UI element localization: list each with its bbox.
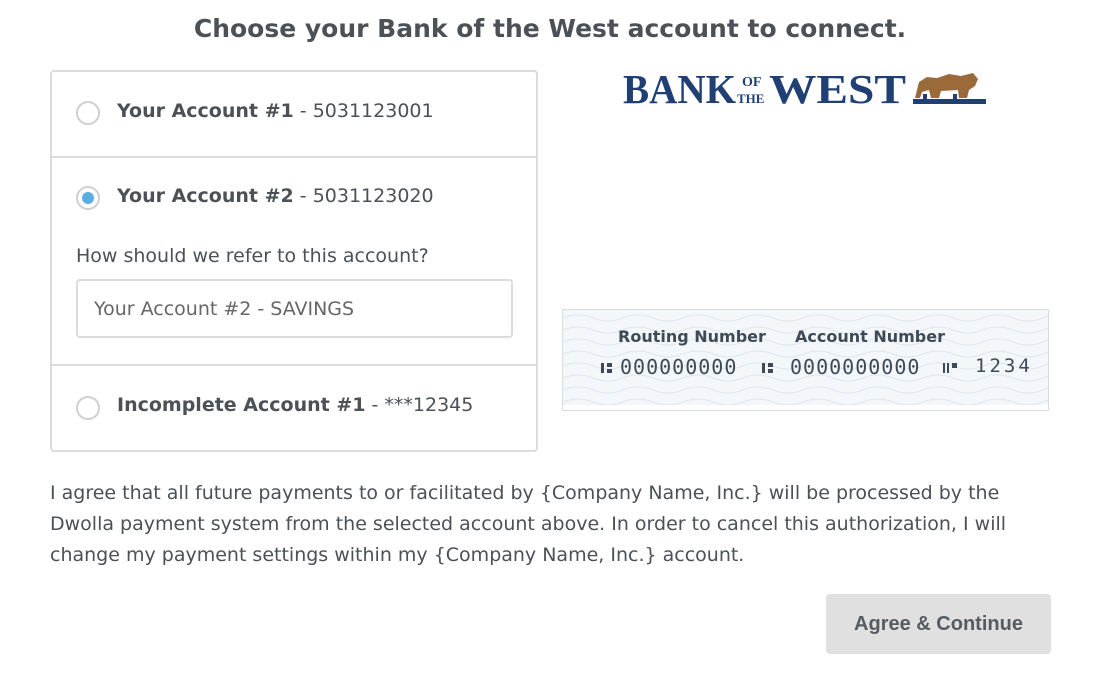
account-3-label[interactable]: Incomplete Account #1 - ***12345 — [117, 394, 473, 416]
routing-number-digits: 000000000 — [620, 355, 738, 379]
account-number-label: Account Number — [795, 327, 945, 346]
authorization-agreement-text: I agree that all future payments to or f… — [50, 482, 1007, 566]
account-3-separator: - — [365, 394, 385, 416]
logo-word-bank: BANK — [623, 68, 736, 110]
micr-on-us-symbol — [943, 363, 957, 373]
routing-number-label: Routing Number — [618, 327, 766, 346]
account-2-radio[interactable] — [76, 186, 100, 210]
page-title: Choose your Bank of the West account to … — [193, 14, 907, 43]
logo-word-the: THE — [737, 91, 764, 106]
nickname-prompt: How should we refer to this account? — [76, 245, 429, 267]
check-diagram: Routing Number Account Number 000000000 … — [562, 309, 1049, 411]
account-nickname-input[interactable] — [76, 279, 513, 338]
account-2-number: 5031123020 — [312, 185, 434, 207]
check-number-digits: 1234 — [975, 355, 1033, 377]
account-3-number: ***12345 — [384, 394, 474, 416]
account-list: Your Account #1 - 5031123001 Your Accoun… — [50, 70, 538, 452]
account-1-number: 5031123001 — [312, 100, 434, 122]
account-option-2[interactable]: Your Account #2 - 5031123020 How should … — [52, 158, 536, 366]
account-3-name: Incomplete Account #1 — [117, 394, 366, 416]
account-number-digits: 0000000000 — [790, 355, 921, 379]
logo-word-west: WEST — [769, 68, 906, 110]
account-2-label[interactable]: Your Account #2 - 5031123020 — [117, 185, 434, 207]
agree-continue-button[interactable]: Agree & Continue — [826, 594, 1051, 654]
logo-word-of: OF — [742, 75, 761, 90]
bank-logo: BANK OF THE WEST — [623, 68, 986, 110]
account-1-label[interactable]: Your Account #1 - 5031123001 — [117, 100, 434, 122]
account-option-3[interactable]: Incomplete Account #1 - ***12345 — [52, 366, 536, 450]
account-1-separator: - — [293, 100, 313, 122]
account-1-radio[interactable] — [76, 101, 100, 125]
micr-transit-symbol-left — [601, 363, 612, 373]
bear-icon — [913, 73, 986, 104]
account-1-name: Your Account #1 — [117, 100, 294, 122]
micr-transit-symbol-right — [762, 363, 773, 373]
account-option-1[interactable]: Your Account #1 - 5031123001 — [52, 72, 536, 158]
account-2-name: Your Account #2 — [117, 185, 294, 207]
account-2-separator: - — [293, 185, 313, 207]
account-3-radio[interactable] — [76, 396, 100, 420]
